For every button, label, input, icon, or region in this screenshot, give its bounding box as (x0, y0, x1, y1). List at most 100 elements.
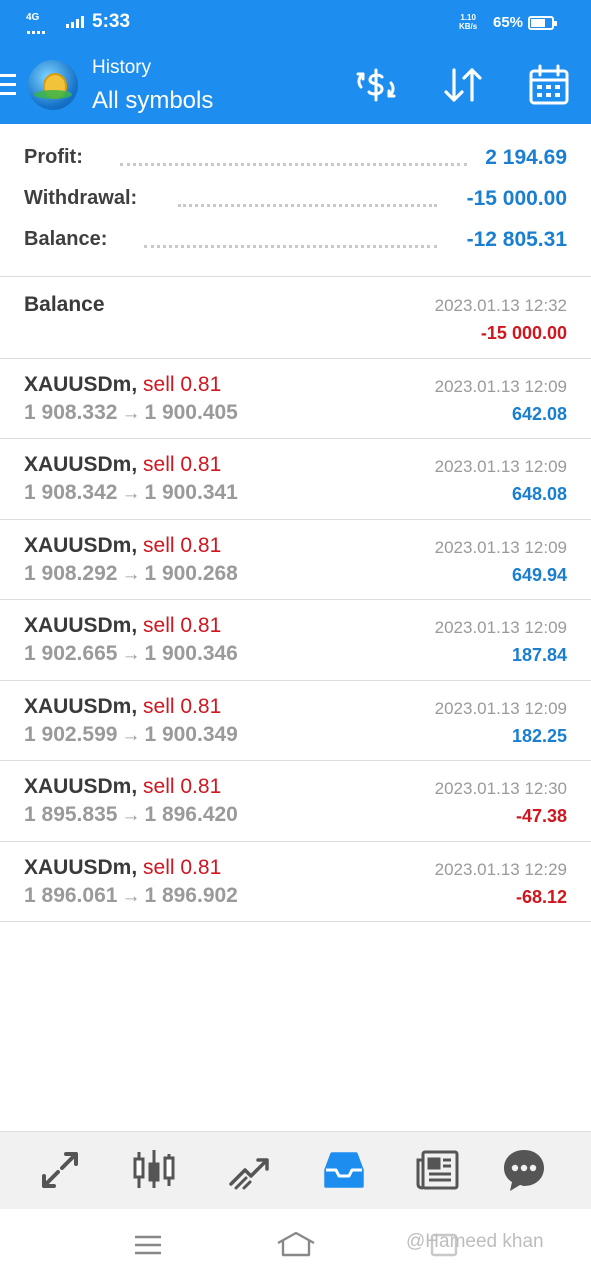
withdrawal-value: -15 000.00 (466, 187, 567, 211)
messages-icon[interactable] (500, 1146, 548, 1194)
deal-time: 2023.01.13 12:09 (434, 698, 567, 718)
app-bar: 4G 5:33 1.10 KB/s 65% History All symbol… (0, 0, 591, 124)
deal-profit: -68.12 (515, 886, 567, 907)
deal-symbol: XAUUSDm, sell 0.81 (24, 856, 221, 880)
balance-operation-row[interactable]: Balance 2023.01.13 12:32 -15 000.00 (0, 278, 591, 359)
deal-row[interactable]: XAUUSDm, sell 0.81 1 896.061 → 1 896.902 2… (0, 842, 591, 922)
deal-side: sell 0.81 (143, 614, 222, 637)
open-price: 1 908.292 (24, 561, 118, 585)
deal-symbol: XAUUSDm, sell 0.81 (24, 775, 221, 799)
deal-time: 2023.01.13 12:09 (434, 537, 567, 557)
home-icon[interactable] (276, 1225, 316, 1265)
deal-profit: 642.08 (511, 403, 567, 424)
history-list: Balance 2023.01.13 12:32 -15 000.00 XAUU… (0, 278, 591, 922)
deal-prices: 1 902.665 → 1 900.346 (24, 642, 238, 666)
open-price: 1 908.332 (24, 400, 118, 424)
dotted-leader (120, 163, 467, 166)
deal-side: sell 0.81 (143, 453, 222, 476)
deal-time: 2023.01.13 12:30 (434, 779, 567, 798)
deal-time: 2023.01.13 12:09 (434, 457, 567, 476)
operation-time: 2023.01.13 12:32 (434, 296, 567, 315)
deal-row[interactable]: XAUUSDm, sell 0.81 1 908.332 → 1 900.405 2… (0, 359, 591, 439)
deal-prices: 1 908.342 → 1 900.341 (24, 481, 238, 505)
deal-profit: 187.84 (511, 645, 567, 665)
arrow-right-icon: → (121, 644, 141, 665)
symbol-name: XAUUSDm, (24, 453, 138, 476)
deal-profit: 182.25 (511, 725, 567, 746)
close-price: 1 900.268 (144, 561, 238, 585)
symbol-name: XAUUSDm, (24, 614, 138, 637)
deal-prices: 1 896.061 → 1 896.902 (24, 884, 238, 908)
system-nav-bar: @Hameed khan (0, 1209, 591, 1280)
status-time: 5:33 (92, 11, 131, 32)
battery-percentage: 65% (493, 14, 524, 31)
open-price: 1 902.665 (24, 642, 118, 665)
app-logo (28, 60, 78, 110)
deal-profit: -47.38 (515, 806, 567, 826)
status-bar: 4G 5:33 1.10 KB/s 65% (0, 0, 591, 44)
news-icon[interactable] (414, 1146, 462, 1194)
dotted-leader (144, 245, 437, 248)
signal-strength-icon (66, 16, 84, 28)
profit-row: Profit: 2 194.69 (24, 146, 567, 176)
operation-label: Balance (24, 293, 105, 316)
deal-time: 2023.01.13 12:29 (434, 859, 567, 879)
network-speed: 1.10 KB/s (459, 13, 477, 31)
page-subtitle: History (92, 57, 152, 78)
deal-row[interactable]: XAUUSDm, sell 0.81 1 902.665 → 1 900.346 2… (0, 600, 591, 681)
close-price: 1 900.346 (144, 642, 238, 665)
close-price: 1 900.341 (144, 481, 238, 504)
arrow-right-icon: → (121, 724, 141, 746)
profit-value: 2 194.69 (485, 146, 567, 170)
sort-icon[interactable] (440, 62, 486, 108)
open-price: 1 896.061 (24, 883, 118, 907)
balance-value: -12 805.31 (466, 228, 567, 252)
close-price: 1 900.405 (144, 400, 238, 424)
deal-time: 2023.01.13 12:09 (434, 618, 567, 637)
withdrawal-label: Withdrawal: (24, 187, 138, 210)
page-title[interactable]: All symbols (92, 87, 213, 115)
bottom-tab-bar (0, 1131, 591, 1209)
deal-time: 2023.01.13 12:09 (434, 376, 567, 396)
arrow-right-icon: → (121, 402, 141, 424)
history-icon[interactable] (320, 1146, 368, 1194)
balance-label: Balance: (24, 228, 108, 251)
menu-icon[interactable] (0, 70, 20, 100)
deal-prices: 1 902.599 → 1 900.349 (24, 723, 238, 747)
deal-side: sell 0.81 (143, 855, 222, 879)
profit-label: Profit: (24, 146, 83, 169)
deal-symbol: XAUUSDm, sell 0.81 (24, 534, 221, 558)
deal-side: sell 0.81 (143, 775, 222, 798)
dotted-leader (178, 204, 437, 207)
recents-icon[interactable] (128, 1225, 168, 1265)
trade-icon[interactable] (226, 1146, 274, 1194)
deal-row[interactable]: XAUUSDm, sell 0.81 1 908.292 → 1 900.268 2… (0, 520, 591, 600)
symbol-name: XAUUSDm, (24, 855, 138, 879)
deal-row[interactable]: XAUUSDm, sell 0.81 1 908.342 → 1 900.341 2… (0, 439, 591, 520)
deal-prices: 1 908.292 → 1 900.268 (24, 562, 238, 586)
open-price: 1 902.599 (24, 722, 118, 746)
operation-amount: -15 000.00 (480, 323, 567, 343)
close-price: 1 896.902 (144, 883, 238, 907)
calendar-icon[interactable] (526, 62, 572, 108)
balance-row: Balance: -12 805.31 (24, 228, 567, 258)
symbol-name: XAUUSDm, (24, 775, 138, 798)
deal-prices: 1 908.332 → 1 900.405 (24, 401, 238, 425)
deposit-exchange-icon[interactable] (353, 62, 399, 108)
deal-side: sell 0.81 (143, 533, 222, 557)
withdrawal-row: Withdrawal: -15 000.00 (24, 187, 567, 217)
watermark-text: @Hameed khan (406, 1231, 544, 1252)
deal-symbol: XAUUSDm, sell 0.81 (24, 373, 221, 397)
deal-symbol: XAUUSDm, sell 0.81 (24, 695, 221, 719)
chart-icon[interactable] (130, 1146, 178, 1194)
open-price: 1 895.835 (24, 803, 118, 826)
battery-icon (528, 16, 557, 30)
close-price: 1 896.420 (144, 803, 238, 826)
symbol-name: XAUUSDm, (24, 694, 138, 718)
deal-row[interactable]: XAUUSDm, sell 0.81 1 895.835 → 1 896.420 2… (0, 761, 591, 842)
symbol-name: XAUUSDm, (24, 372, 138, 396)
network-speed-value: 1.10 (460, 13, 476, 22)
close-price: 1 900.349 (144, 722, 238, 746)
quotes-icon[interactable] (36, 1146, 84, 1194)
deal-row[interactable]: XAUUSDm, sell 0.81 1 902.599 → 1 900.349 2… (0, 681, 591, 761)
